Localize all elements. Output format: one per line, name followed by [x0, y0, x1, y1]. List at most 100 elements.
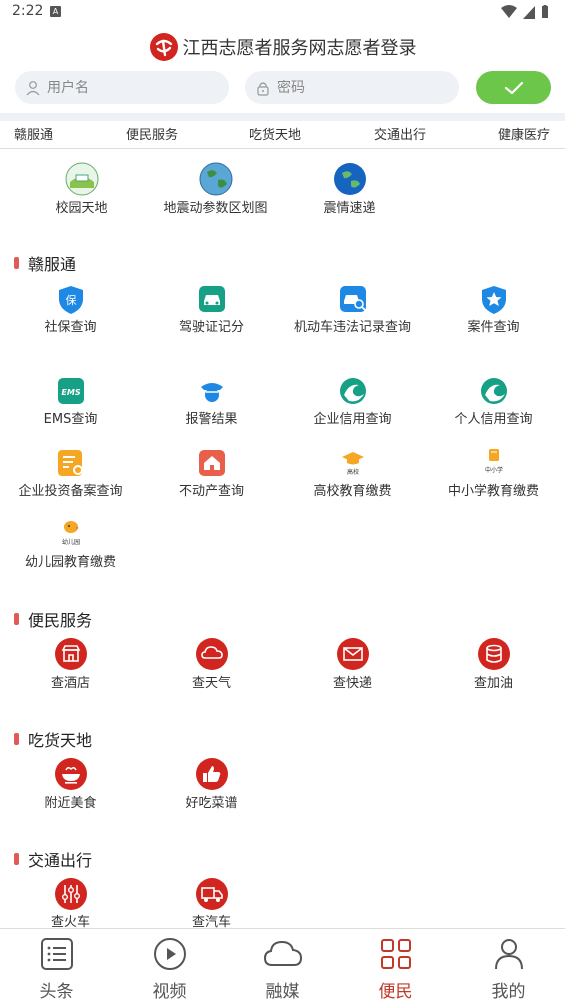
status-bar: 2:22 A	[0, 0, 565, 24]
service-item-express[interactable]: 查快递	[282, 637, 423, 695]
wave-icon	[339, 378, 366, 404]
user-icon	[26, 80, 40, 95]
tab-chihuo[interactable]: 吃货天地	[249, 124, 301, 143]
service-item-ems[interactable]: EMS EMS查询	[0, 375, 141, 430]
service-label: 幼儿园教育缴费	[24, 555, 116, 570]
checkmark-icon	[504, 81, 523, 94]
document-icon	[57, 450, 83, 476]
list-icon	[40, 938, 73, 970]
password-input[interactable]	[277, 79, 427, 96]
truck-icon	[195, 878, 228, 910]
service-item-campus[interactable]: 校园天地	[11, 160, 152, 220]
svg-text:保: 保	[65, 293, 76, 307]
signal-icon	[523, 5, 535, 19]
house-icon	[198, 450, 225, 476]
service-label: EMS查询	[43, 412, 98, 427]
train-icon	[54, 878, 87, 910]
service-item-train[interactable]: 查火车	[0, 877, 141, 928]
service-label: 地震动参数区划图	[163, 201, 268, 216]
wave-icon	[480, 378, 507, 404]
nav-label: 融媒	[265, 982, 300, 1002]
tab-ganfutong[interactable]: 赣服通	[14, 124, 53, 143]
service-label: 个人信用查询	[454, 412, 533, 427]
service-item-college-fee[interactable]: 高校 高校教育缴费	[282, 447, 423, 502]
service-item-enterprise-credit[interactable]: 企业信用查询	[282, 375, 423, 430]
food-bowl-icon	[54, 758, 87, 790]
section-bar	[14, 733, 19, 745]
svg-text:幼儿园: 幼儿园	[61, 538, 79, 546]
person-icon	[494, 939, 523, 970]
volunteer-logo-icon	[149, 33, 178, 61]
service-item-social-security[interactable]: 保 社保查询	[0, 283, 141, 358]
service-label: 好吃菜谱	[185, 796, 238, 811]
hotel-icon	[54, 638, 87, 670]
service-item-weather[interactable]: 查天气	[141, 637, 282, 695]
section-header-jiaotong: 交通出行	[14, 847, 92, 871]
service-item-investment-filing[interactable]: 企业投资备案查询	[0, 447, 141, 502]
section-title: 便民服务	[28, 611, 93, 630]
service-label: 高校教育缴费	[313, 484, 392, 499]
campus-globe-icon	[65, 162, 98, 196]
service-item-bus[interactable]: 查汽车	[141, 877, 282, 928]
service-label: 社保查询	[44, 320, 97, 335]
service-item-school-fee[interactable]: 中小学 中小学教育缴费	[423, 447, 564, 502]
nav-item-headlines[interactable]: 头条	[0, 929, 113, 1004]
section-header-chihuo: 吃货天地	[14, 727, 92, 751]
nav-label: 便民	[378, 982, 413, 1002]
service-label: 中小学教育缴费	[447, 484, 539, 499]
username-input[interactable]	[47, 79, 197, 96]
service-item-recipes[interactable]: 好吃菜谱	[141, 757, 282, 815]
envelope-icon	[336, 638, 369, 670]
service-label: 案件查询	[467, 320, 520, 335]
book-icon: 中小学	[484, 449, 503, 474]
service-item-seismic-map[interactable]: 地震动参数区划图	[145, 160, 286, 220]
service-item-fuel[interactable]: 查加油	[423, 637, 564, 695]
service-item-vehicle-violation[interactable]: 机动车违法记录查询	[282, 283, 423, 358]
service-label: 查酒店	[50, 676, 90, 691]
service-label: 查天气	[191, 676, 231, 691]
grid-icon	[380, 939, 411, 969]
username-field[interactable]	[15, 71, 229, 104]
nav-item-video[interactable]: 视频	[113, 929, 226, 1004]
nav-item-media[interactable]: 融媒	[226, 929, 339, 1004]
password-field[interactable]	[245, 71, 459, 104]
service-label: 查加油	[473, 676, 513, 691]
tab-jiankang[interactable]: 健康医疗	[498, 124, 550, 143]
login-submit-button[interactable]	[476, 71, 551, 104]
nav-label: 头条	[39, 982, 74, 1002]
service-item-real-estate[interactable]: 不动产查询	[141, 447, 282, 502]
section-title: 吃货天地	[28, 731, 93, 750]
page-title: 江西志愿者服务网志愿者登录	[182, 38, 417, 59]
notification-icon: A	[50, 6, 61, 17]
nav-item-services[interactable]: 便民	[339, 929, 452, 1004]
section-bar	[14, 853, 19, 865]
nav-item-profile[interactable]: 我的	[452, 929, 565, 1004]
nav-label: 我的	[491, 982, 526, 1002]
status-icons	[501, 4, 549, 20]
category-tabs: 赣服通 便民服务 吃货天地 交通出行 健康医疗	[0, 121, 565, 149]
service-item-hotel[interactable]: 查酒店	[0, 637, 141, 695]
graduation-cap-icon: 高校	[341, 452, 364, 476]
tab-jiaotong[interactable]: 交通出行	[374, 124, 426, 143]
fuel-icon	[477, 638, 510, 670]
service-item-kindergarten-fee[interactable]: 幼儿园 幼儿园教育缴费	[0, 518, 141, 573]
service-label: 校园天地	[55, 201, 108, 216]
service-item-case-query[interactable]: 案件查询	[423, 283, 564, 358]
shield-icon: 保	[58, 286, 83, 314]
service-label: 驾驶证记分	[178, 320, 244, 335]
service-item-nearby-food[interactable]: 附近美食	[0, 757, 141, 815]
service-label: 查火车	[50, 915, 90, 928]
service-item-police-report[interactable]: 报警结果	[141, 375, 282, 430]
service-item-license-points[interactable]: 驾驶证记分	[141, 283, 282, 358]
star-shield-icon	[481, 286, 506, 314]
play-icon	[153, 938, 186, 970]
svg-text:中小学: 中小学	[484, 466, 502, 474]
app-root: 2:22 A 江西志愿者服务网志愿者登录 用户名 赣服通 便民服务 吃货天地 交…	[0, 0, 565, 1004]
earth-icon	[199, 162, 232, 196]
tab-bianmin[interactable]: 便民服务	[126, 124, 178, 143]
car-icon	[198, 286, 225, 312]
section-title: 交通出行	[28, 851, 93, 870]
service-item-personal-credit[interactable]: 个人信用查询	[423, 375, 564, 430]
ems-icon: EMS	[57, 378, 84, 404]
service-item-quake-news[interactable]: 震情速递	[279, 160, 420, 220]
